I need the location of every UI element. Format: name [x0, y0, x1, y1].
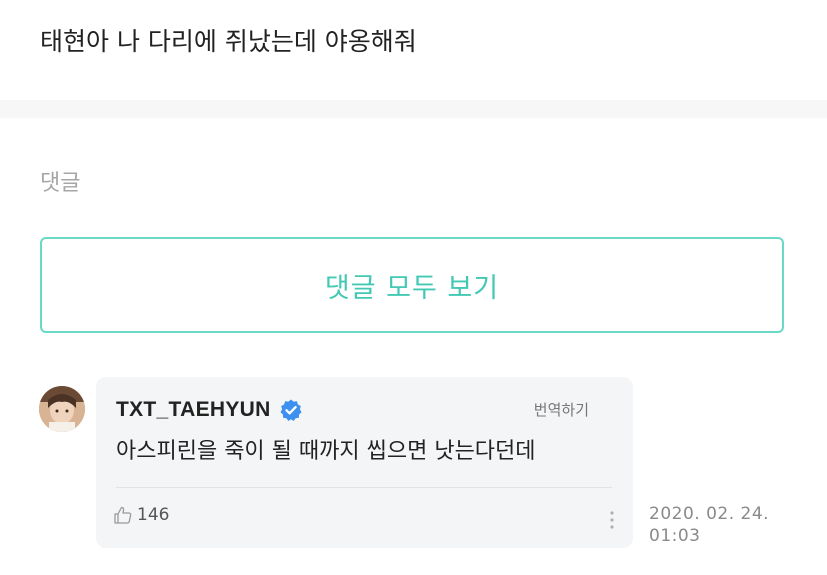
comment-divider [116, 487, 612, 488]
verified-check-icon [280, 399, 302, 421]
like-count: 146 [137, 505, 170, 525]
section-divider [0, 100, 827, 118]
post-text: 태현아 나 다리에 쥐났는데 야옹해줘 [40, 27, 417, 56]
like-button[interactable]: 146 [113, 505, 169, 525]
view-all-comments-label: 댓글 모두 보기 [324, 272, 500, 304]
comment-bubble: TXT_TAEHYUN 번역하기 아스피린을 죽이 될 때까지 씹으면 낫는다던… [96, 377, 633, 548]
comment-author-row: TXT_TAEHYUN [116, 398, 303, 422]
more-vertical-icon[interactable] [608, 509, 616, 531]
comment-body: 아스피린을 죽이 될 때까지 씹으면 낫는다던데 [116, 439, 536, 464]
thumbs-up-icon [114, 506, 132, 524]
comment-timestamp: 2020. 02. 24. 01:03 [649, 503, 769, 547]
avatar-image [39, 386, 85, 432]
comment-author-name[interactable]: TXT_TAEHYUN [116, 398, 271, 422]
view-all-comments-button[interactable]: 댓글 모두 보기 [40, 237, 784, 333]
avatar[interactable] [39, 386, 85, 432]
comment-time: 01:03 [649, 526, 701, 546]
translate-link[interactable]: 번역하기 [534, 399, 589, 420]
comment-date: 2020. 02. 24. [649, 504, 770, 524]
comments-label: 댓글 [40, 171, 81, 196]
